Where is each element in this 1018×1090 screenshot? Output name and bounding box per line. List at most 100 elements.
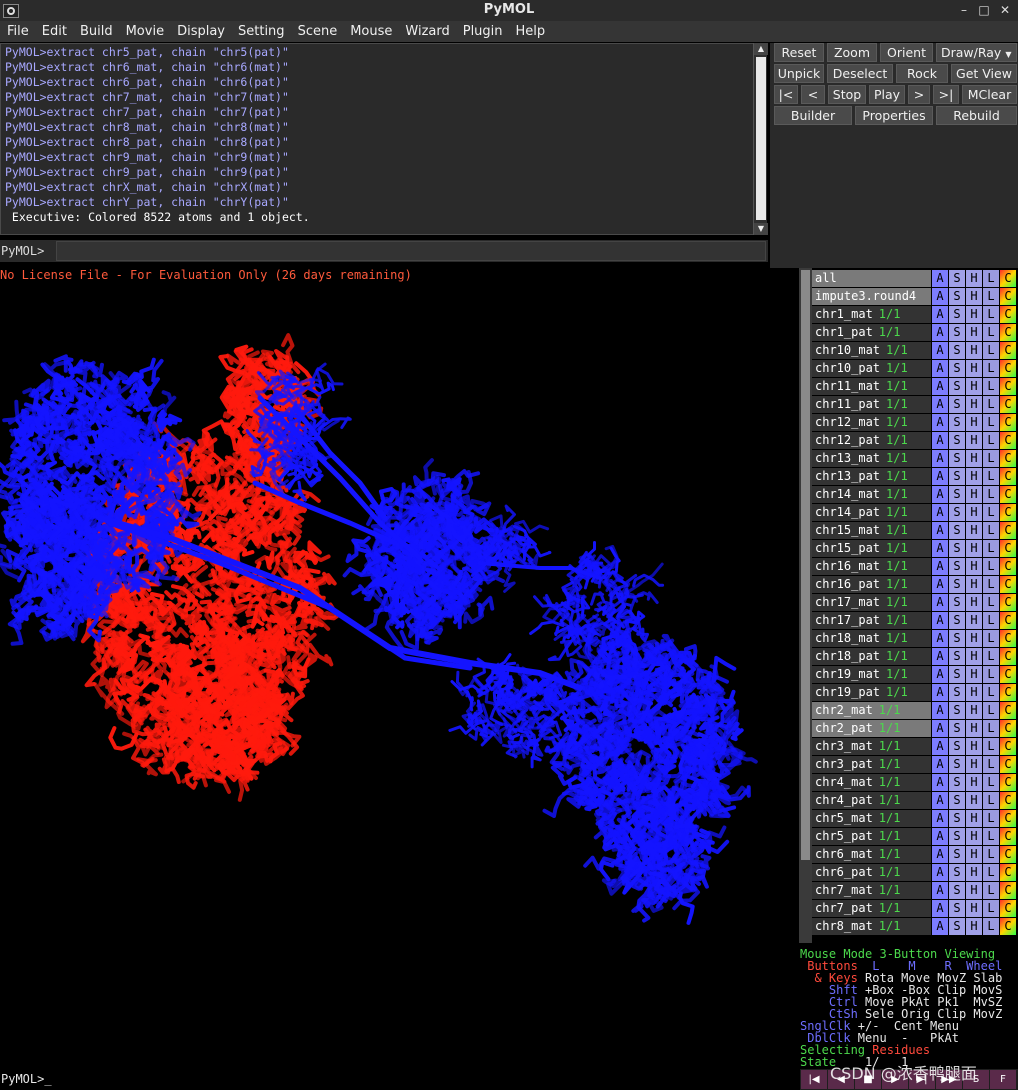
object-action-l-button[interactable]: L (983, 306, 999, 323)
object-row[interactable]: chr1_pat 1/1 A S H L C (812, 324, 1018, 341)
object-row[interactable]: chr4_pat 1/1 A S H L C (812, 792, 1018, 809)
object-action-h-button[interactable]: H (966, 702, 982, 719)
object-name[interactable]: chr15_mat 1/1 (812, 522, 931, 539)
object-action-l-button[interactable]: L (983, 684, 999, 701)
object-row[interactable]: chr12_mat 1/1 A S H L C (812, 414, 1018, 431)
object-action-l-button[interactable]: L (983, 810, 999, 827)
object-action-l-button[interactable]: L (983, 900, 999, 917)
object-action-c-button[interactable]: C (1000, 882, 1016, 899)
object-action-s-button[interactable]: S (949, 864, 965, 881)
object-row[interactable]: chr10_mat 1/1 A S H L C (812, 342, 1018, 359)
object-row[interactable]: chr18_pat 1/1 A S H L C (812, 648, 1018, 665)
object-action-l-button[interactable]: L (983, 486, 999, 503)
object-action-c-button[interactable]: C (1000, 576, 1016, 593)
object-action-h-button[interactable]: H (966, 882, 982, 899)
object-action-l-button[interactable]: L (983, 504, 999, 521)
object-action-c-button[interactable]: C (1000, 342, 1016, 359)
object-action-s-button[interactable]: S (949, 414, 965, 431)
object-action-h-button[interactable]: H (966, 270, 982, 287)
object-name[interactable]: chr14_pat 1/1 (812, 504, 931, 521)
object-action-a-button[interactable]: A (932, 702, 948, 719)
object-action-c-button[interactable]: C (1000, 648, 1016, 665)
object-row[interactable]: chr16_mat 1/1 A S H L C (812, 558, 1018, 575)
object-row[interactable]: chr15_pat 1/1 A S H L C (812, 540, 1018, 557)
object-action-a-button[interactable]: A (932, 522, 948, 539)
object-name[interactable]: chr3_mat 1/1 (812, 738, 931, 755)
object-row[interactable]: chr1_mat 1/1 A S H L C (812, 306, 1018, 323)
object-row[interactable]: chr10_pat 1/1 A S H L C (812, 360, 1018, 377)
log-scroll-thumb[interactable] (756, 57, 766, 220)
object-action-c-button[interactable]: C (1000, 378, 1016, 395)
object-name[interactable]: chr6_mat 1/1 (812, 846, 931, 863)
draw-ray-button[interactable]: Draw/Ray ▼ (936, 43, 1017, 62)
object-row[interactable]: chr7_pat 1/1 A S H L C (812, 900, 1018, 917)
menu-edit[interactable]: Edit (42, 24, 67, 39)
object-action-h-button[interactable]: H (966, 504, 982, 521)
menu-setting[interactable]: Setting (238, 24, 285, 39)
object-name[interactable]: chr13_mat 1/1 (812, 450, 931, 467)
object-action-l-button[interactable]: L (983, 630, 999, 647)
object-action-c-button[interactable]: C (1000, 360, 1016, 377)
play-button[interactable]: Play (869, 85, 905, 104)
object-action-l-button[interactable]: L (983, 288, 999, 305)
object-name[interactable]: chr5_mat 1/1 (812, 810, 931, 827)
object-action-h-button[interactable]: H (966, 846, 982, 863)
object-action-l-button[interactable]: L (983, 540, 999, 557)
get-view-button[interactable]: Get View (951, 64, 1017, 83)
object-row[interactable]: chr5_mat 1/1 A S H L C (812, 810, 1018, 827)
object-action-l-button[interactable]: L (983, 342, 999, 359)
builder-button[interactable]: Builder (774, 106, 852, 125)
object-action-a-button[interactable]: A (932, 918, 948, 935)
object-action-s-button[interactable]: S (949, 378, 965, 395)
object-action-c-button[interactable]: C (1000, 486, 1016, 503)
object-name[interactable]: chr11_mat 1/1 (812, 378, 931, 395)
object-action-a-button[interactable]: A (932, 540, 948, 557)
zoom-button[interactable]: Zoom (827, 43, 877, 62)
object-row[interactable]: chr13_pat 1/1 A S H L C (812, 468, 1018, 485)
object-action-l-button[interactable]: L (983, 738, 999, 755)
back-button[interactable]: < (801, 85, 825, 104)
object-action-h-button[interactable]: H (966, 576, 982, 593)
object-name[interactable]: chr18_mat 1/1 (812, 630, 931, 647)
object-action-a-button[interactable]: A (932, 396, 948, 413)
object-action-s-button[interactable]: S (949, 594, 965, 611)
object-action-l-button[interactable]: L (983, 828, 999, 845)
end-button[interactable]: >| (933, 85, 959, 104)
object-action-c-button[interactable]: C (1000, 828, 1016, 845)
object-action-h-button[interactable]: H (966, 828, 982, 845)
rewind-icon[interactable]: |◀ (801, 1070, 827, 1089)
object-action-l-button[interactable]: L (983, 720, 999, 737)
object-action-h-button[interactable]: H (966, 360, 982, 377)
object-name[interactable]: chr10_pat 1/1 (812, 360, 931, 377)
object-action-l-button[interactable]: L (983, 918, 999, 935)
object-action-c-button[interactable]: C (1000, 918, 1016, 935)
object-action-s-button[interactable]: S (949, 558, 965, 575)
object-action-l-button[interactable]: L (983, 576, 999, 593)
object-row[interactable]: all A S H L C (812, 270, 1018, 287)
object-name[interactable]: chr1_mat 1/1 (812, 306, 931, 323)
object-action-l-button[interactable]: L (983, 846, 999, 863)
object-action-s-button[interactable]: S (949, 324, 965, 341)
object-action-h-button[interactable]: H (966, 594, 982, 611)
object-name[interactable]: chr8_mat 1/1 (812, 918, 931, 935)
object-row[interactable]: chr14_pat 1/1 A S H L C (812, 504, 1018, 521)
object-action-l-button[interactable]: L (983, 414, 999, 431)
object-action-h-button[interactable]: H (966, 522, 982, 539)
object-row[interactable]: chr3_pat 1/1 A S H L C (812, 756, 1018, 773)
object-action-a-button[interactable]: A (932, 288, 948, 305)
object-action-l-button[interactable]: L (983, 792, 999, 809)
object-action-a-button[interactable]: A (932, 900, 948, 917)
object-action-h-button[interactable]: H (966, 684, 982, 701)
object-row[interactable]: impute3.round4 A S H L C (812, 288, 1018, 305)
object-row[interactable]: chr4_mat 1/1 A S H L C (812, 774, 1018, 791)
minimize-button[interactable]: – (955, 2, 973, 18)
object-action-l-button[interactable]: L (983, 756, 999, 773)
object-action-a-button[interactable]: A (932, 324, 948, 341)
object-action-a-button[interactable]: A (932, 846, 948, 863)
object-action-s-button[interactable]: S (949, 342, 965, 359)
object-name[interactable]: chr15_pat 1/1 (812, 540, 931, 557)
object-name[interactable]: chr14_mat 1/1 (812, 486, 931, 503)
object-name[interactable]: chr4_mat 1/1 (812, 774, 931, 791)
object-action-s-button[interactable]: S (949, 828, 965, 845)
object-action-s-button[interactable]: S (949, 360, 965, 377)
